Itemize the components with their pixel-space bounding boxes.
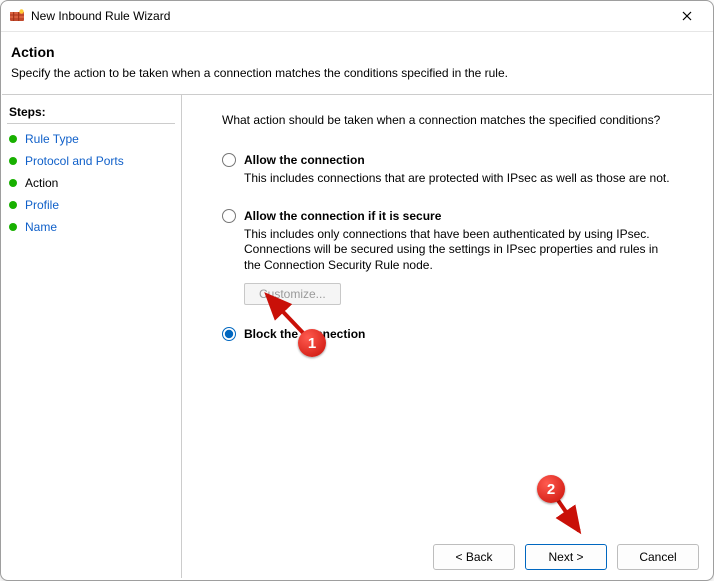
next-button[interactable]: Next >	[525, 544, 607, 570]
close-button[interactable]	[665, 2, 709, 30]
bullet-icon	[9, 223, 17, 231]
window-title: New Inbound Rule Wizard	[31, 9, 665, 23]
prompt-text: What action should be taken when a conne…	[222, 113, 689, 127]
main-panel: What action should be taken when a conne…	[181, 95, 713, 578]
steps-title: Steps:	[7, 103, 175, 124]
steps-sidebar: Steps: Rule Type Protocol and Ports Acti…	[1, 95, 181, 578]
radio-allow[interactable]	[222, 153, 236, 167]
option-allow-secure-row[interactable]: Allow the connection if it is secure	[222, 209, 689, 223]
firewall-icon	[9, 8, 25, 24]
step-action[interactable]: Action	[7, 172, 175, 194]
step-label: Rule Type	[25, 132, 79, 146]
option-label: Block the connection	[244, 327, 365, 341]
close-icon	[682, 11, 692, 21]
radio-allow-secure[interactable]	[222, 209, 236, 223]
step-name[interactable]: Name	[7, 216, 175, 238]
option-label: Allow the connection if it is secure	[244, 209, 441, 223]
bullet-icon	[9, 135, 17, 143]
option-desc: This includes only connections that have…	[244, 227, 674, 274]
step-label: Name	[25, 220, 57, 234]
wizard-window: New Inbound Rule Wizard Action Specify t…	[0, 0, 714, 581]
step-protocol-ports[interactable]: Protocol and Ports	[7, 150, 175, 172]
option-block: Block the connection	[222, 327, 689, 341]
option-allow-row[interactable]: Allow the connection	[222, 153, 689, 167]
step-rule-type[interactable]: Rule Type	[7, 128, 175, 150]
step-label: Action	[25, 176, 58, 190]
option-block-row[interactable]: Block the connection	[222, 327, 689, 341]
bullet-icon	[9, 201, 17, 209]
bullet-icon	[9, 157, 17, 165]
wizard-footer: < Back Next > Cancel	[433, 544, 699, 570]
step-profile[interactable]: Profile	[7, 194, 175, 216]
cancel-button[interactable]: Cancel	[617, 544, 699, 570]
page-title: Action	[11, 44, 699, 60]
option-allow-secure: Allow the connection if it is secure Thi…	[222, 209, 689, 306]
step-label: Profile	[25, 198, 59, 212]
step-label: Protocol and Ports	[25, 154, 124, 168]
wizard-body: Steps: Rule Type Protocol and Ports Acti…	[1, 95, 713, 578]
option-label: Allow the connection	[244, 153, 365, 167]
wizard-header: Action Specify the action to be taken wh…	[1, 32, 713, 94]
option-allow: Allow the connection This includes conne…	[222, 153, 689, 187]
titlebar: New Inbound Rule Wizard	[1, 1, 713, 32]
customize-button: Customize...	[244, 283, 341, 305]
page-subtitle: Specify the action to be taken when a co…	[11, 66, 699, 80]
radio-block[interactable]	[222, 327, 236, 341]
back-button[interactable]: < Back	[433, 544, 515, 570]
option-desc: This includes connections that are prote…	[244, 171, 674, 187]
bullet-icon	[9, 179, 17, 187]
